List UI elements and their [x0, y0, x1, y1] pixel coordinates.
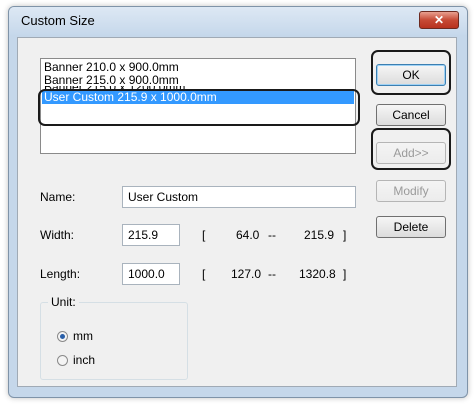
- dialog-body: Banner 210.0 x 900.0mm Banner 215.0 x 90…: [17, 37, 457, 387]
- length-range-close: ]: [343, 267, 347, 281]
- width-range-dash: --: [268, 228, 276, 242]
- width-range-open: [: [202, 228, 206, 242]
- add-button[interactable]: Add>>: [376, 142, 446, 164]
- width-min: 64.0: [236, 228, 260, 242]
- cancel-button[interactable]: Cancel: [376, 104, 446, 126]
- mm-radio-label[interactable]: mm: [73, 329, 93, 343]
- width-field[interactable]: 215.9: [122, 224, 180, 246]
- size-listbox[interactable]: Banner 210.0 x 900.0mm Banner 215.0 x 90…: [40, 58, 356, 154]
- title-bar: Custom Size ✕: [9, 7, 467, 35]
- length-field[interactable]: 1000.0: [122, 263, 180, 285]
- ok-button[interactable]: OK: [376, 64, 446, 86]
- width-range-close: ]: [343, 228, 347, 242]
- length-min: 127.0: [231, 267, 262, 281]
- unit-group-title: Unit:: [48, 295, 79, 309]
- width-max: 215.9: [304, 228, 335, 242]
- dialog-title: Custom Size: [21, 13, 95, 28]
- length-range-open: [: [202, 267, 206, 281]
- inch-radio[interactable]: [57, 355, 68, 366]
- close-button[interactable]: ✕: [419, 11, 459, 29]
- delete-button[interactable]: Delete: [376, 216, 446, 238]
- list-item-selected[interactable]: User Custom 215.9 x 1000.0mm: [42, 91, 354, 104]
- length-label: Length:: [40, 267, 81, 281]
- close-icon: ✕: [433, 13, 445, 27]
- unit-group: Unit: mm inch: [40, 295, 188, 380]
- custom-size-dialog: Custom Size ✕ Banner 210.0 x 900.0mm Ban…: [8, 6, 468, 398]
- name-field[interactable]: User Custom: [122, 186, 356, 208]
- length-max: 1320.8: [299, 267, 336, 281]
- modify-button[interactable]: Modify: [376, 180, 446, 202]
- mm-radio[interactable]: [57, 331, 68, 342]
- name-label: Name:: [40, 190, 76, 204]
- inch-radio-label[interactable]: inch: [73, 353, 95, 367]
- width-label: Width:: [40, 228, 75, 242]
- length-range-dash: --: [268, 267, 276, 281]
